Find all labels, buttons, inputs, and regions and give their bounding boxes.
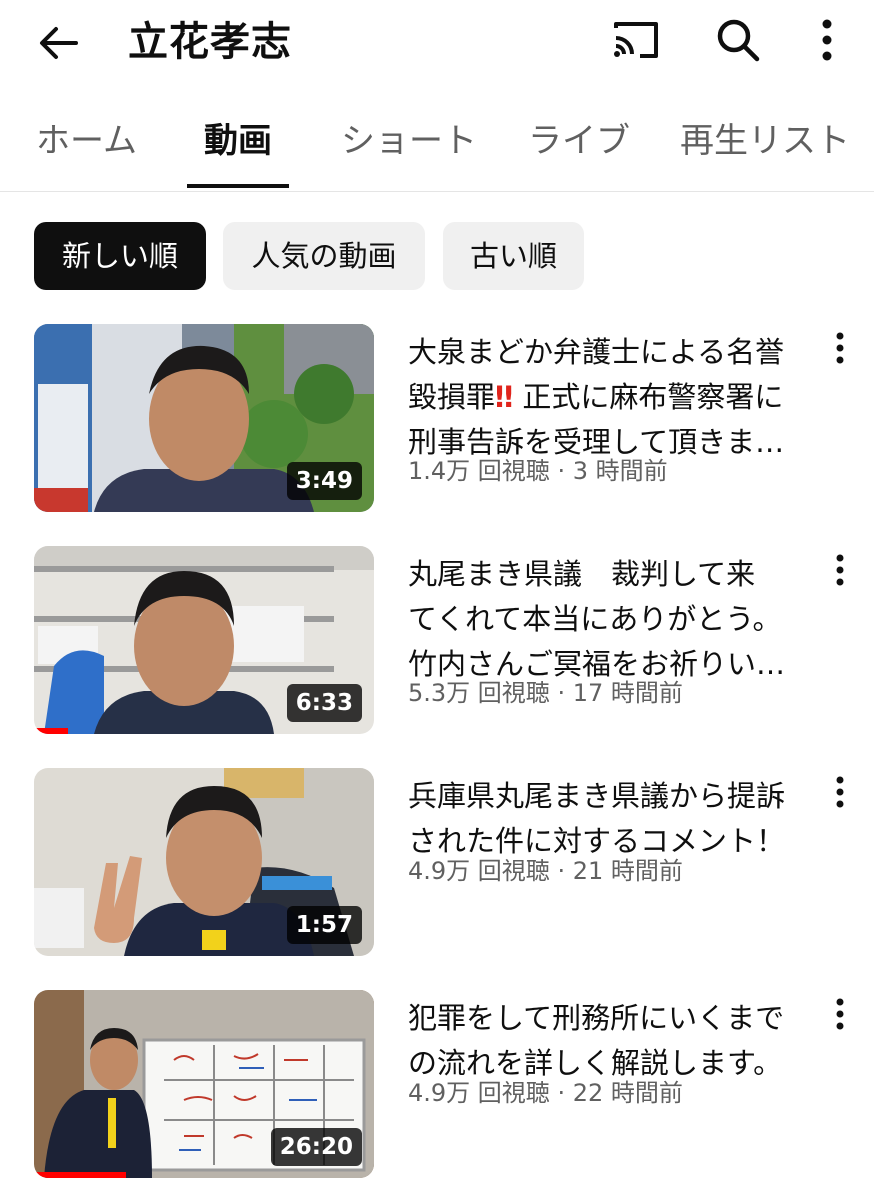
meta-separator: ·: [557, 857, 566, 885]
top-app-bar: 立花孝志: [0, 0, 874, 86]
meta-separator: ·: [557, 457, 566, 485]
video-thumbnail[interactable]: 6:33: [34, 546, 374, 734]
video-title-line: 犯罪をして刑務所にいくまで: [408, 1001, 785, 1035]
chip-newest[interactable]: 新しい順: [34, 222, 206, 290]
watch-progress-bar: [34, 728, 68, 734]
video-duration: 26:20: [270, 1128, 362, 1166]
video-more-icon[interactable]: [826, 552, 854, 588]
channel-tabs: ホーム 動画 ショート ライブ 再生リスト: [0, 96, 874, 192]
video-meta: 1.4万 回視聴 · 3 時間前: [408, 454, 668, 488]
video-title[interactable]: 丸尾まき県議 裁判して来 てくれて本当にありがとう。 竹内さんご冥福をお祈りい…: [408, 552, 818, 687]
upload-age: 22 時間前: [572, 1079, 683, 1107]
tab-playlists[interactable]: 再生リスト: [680, 118, 850, 164]
active-tab-indicator: [187, 184, 289, 188]
upload-age: 3 時間前: [572, 457, 668, 485]
tab-videos[interactable]: 動画: [204, 118, 272, 164]
chip-oldest[interactable]: 古い順: [443, 222, 584, 290]
upload-age: 21 時間前: [572, 857, 683, 885]
watch-progress-bar: [34, 1172, 126, 1178]
search-icon[interactable]: [712, 14, 764, 66]
meta-separator: ·: [557, 1079, 566, 1107]
video-thumbnail[interactable]: 3:49: [34, 324, 374, 512]
video-item[interactable]: 26:20 犯罪をして刑務所にいくまで の流れを詳しく解説します。 4.9万 回…: [0, 990, 874, 1180]
video-more-icon[interactable]: [826, 330, 854, 366]
chip-popular[interactable]: 人気の動画: [223, 222, 425, 290]
video-more-icon[interactable]: [826, 996, 854, 1032]
video-title[interactable]: 犯罪をして刑務所にいくまで の流れを詳しく解説します。: [408, 996, 818, 1086]
video-title[interactable]: 兵庫県丸尾まき県議から提訴 された件に対するコメント！: [408, 774, 818, 864]
view-count: 4.9万 回視聴: [408, 1079, 550, 1107]
tab-shorts[interactable]: ショート: [341, 118, 477, 164]
tab-live[interactable]: ライブ: [528, 118, 630, 164]
video-title[interactable]: 大泉まどか弁護士による名誉 毀損罪‼ 正式に麻布警察署に 刑事告訴を受理して頂き…: [408, 330, 818, 465]
video-duration: 1:57: [286, 906, 362, 944]
video-meta: 5.3万 回視聴 · 17 時間前: [408, 676, 683, 710]
view-count: 5.3万 回視聴: [408, 679, 550, 707]
video-title-line: 毀損罪‼ 正式に麻布警察署に: [408, 375, 818, 420]
view-count: 4.9万 回視聴: [408, 857, 550, 885]
video-title-line: てくれて本当にありがとう。: [408, 602, 782, 636]
upload-age: 17 時間前: [572, 679, 683, 707]
video-title-fragment: 毀損罪: [408, 380, 496, 414]
video-duration: 3:49: [286, 462, 362, 500]
video-title-line: 丸尾まき県議 裁判して来: [408, 557, 756, 591]
tab-home[interactable]: ホーム: [36, 118, 137, 164]
video-title-line: 大泉まどか弁護士による名誉: [408, 335, 785, 369]
video-more-icon[interactable]: [826, 774, 854, 810]
double-exclamation-icon: ‼: [495, 380, 514, 414]
video-meta: 4.9万 回視聴 · 21 時間前: [408, 854, 683, 888]
cast-icon[interactable]: [610, 16, 662, 64]
video-item[interactable]: 6:33 丸尾まき県議 裁判して来 てくれて本当にありがとう。 竹内さんご冥福を…: [0, 546, 874, 736]
view-count: 1.4万 回視聴: [408, 457, 550, 485]
back-arrow-icon[interactable]: [34, 18, 84, 68]
video-thumbnail[interactable]: 1:57: [34, 768, 374, 956]
video-meta: 4.9万 回視聴 · 22 時間前: [408, 1076, 683, 1110]
more-vert-icon[interactable]: [810, 14, 844, 66]
meta-separator: ·: [557, 679, 566, 707]
video-title-fragment: 正式に麻布警察署に: [522, 380, 784, 414]
video-item[interactable]: 1:57 兵庫県丸尾まき県議から提訴 された件に対するコメント！ 4.9万 回視…: [0, 768, 874, 958]
channel-title: 立花孝志: [128, 19, 292, 65]
video-item[interactable]: 3:49 大泉まどか弁護士による名誉 毀損罪‼ 正式に麻布警察署に 刑事告訴を受…: [0, 324, 874, 514]
video-title-line: 兵庫県丸尾まき県議から提訴: [408, 779, 786, 813]
video-thumbnail[interactable]: 26:20: [34, 990, 374, 1178]
video-duration: 6:33: [286, 684, 362, 722]
